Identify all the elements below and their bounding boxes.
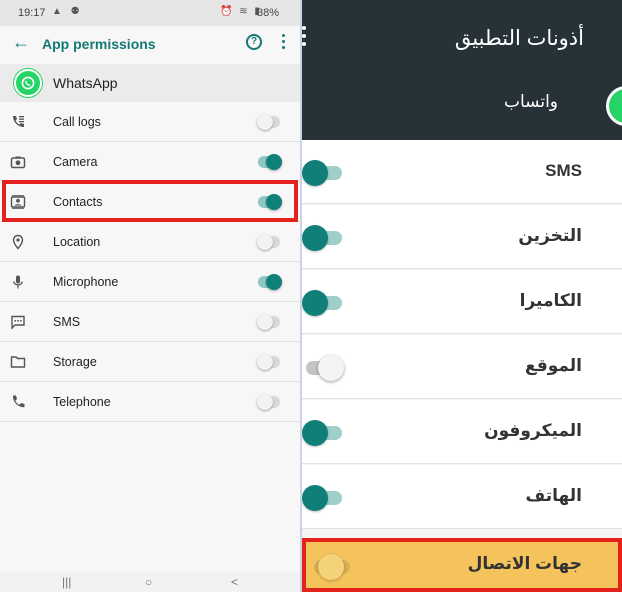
- status-time: 19:17: [18, 7, 46, 19]
- permission-toggle[interactable]: [257, 114, 280, 130]
- permission-toggle[interactable]: [257, 394, 280, 410]
- sms-icon: [11, 315, 25, 330]
- permission-item-storage[interactable]: Storage: [0, 342, 300, 382]
- permission-toggle[interactable]: [302, 420, 342, 446]
- help-icon[interactable]: ?: [246, 34, 262, 50]
- contacts-icon: [10, 195, 26, 209]
- arabic-header: أذونات التطبيق واتساب: [302, 0, 622, 140]
- permission-item-contacts[interactable]: Contacts: [0, 182, 300, 222]
- page-title: أذونات التطبيق: [454, 27, 584, 50]
- permission-label: الميكروفون: [484, 421, 582, 440]
- navigation-bar: ||| ○ <: [0, 572, 300, 592]
- permission-label: الموقع: [524, 356, 582, 375]
- back-arrow-icon[interactable]: ←: [12, 32, 30, 53]
- permission-toggle[interactable]: [314, 554, 350, 580]
- permission-label: الهاتف: [525, 486, 582, 505]
- app-header-row: WhatsApp: [0, 64, 300, 102]
- permission-item-telephone[interactable]: Telephone: [0, 382, 300, 422]
- permission-label: Telephone: [53, 395, 111, 409]
- permission-label: SMS: [53, 315, 81, 329]
- permission-item-storage[interactable]: التخزين: [302, 205, 622, 269]
- permission-toggle[interactable]: [302, 160, 342, 186]
- notification-icons: ▲ ⚉: [52, 6, 83, 17]
- permission-toggle[interactable]: [302, 225, 342, 251]
- permission-item-location[interactable]: الموقع: [302, 335, 622, 399]
- folder-icon: [10, 356, 26, 368]
- permission-toggle[interactable]: [257, 234, 280, 250]
- home-button[interactable]: ○: [145, 575, 152, 589]
- signal-icons: ⏰ ≋ ▮: [220, 6, 262, 17]
- recents-button[interactable]: |||: [62, 575, 71, 589]
- permission-item-sms[interactable]: SMS: [0, 302, 300, 342]
- permission-item-call-logs[interactable]: Call logs: [0, 102, 300, 142]
- permission-label: التخزين: [518, 226, 582, 245]
- permission-item-contacts-highlighted[interactable]: جهات الاتصال: [302, 538, 622, 592]
- phone-icon: [12, 395, 25, 408]
- app-name: واتساب: [503, 92, 558, 111]
- back-button[interactable]: <: [231, 575, 238, 589]
- right-phone-screen: أذونات التطبيق واتساب SMS التخزين الكامي…: [302, 0, 622, 592]
- whatsapp-logo-icon: [606, 86, 622, 126]
- permission-label: الكاميرا: [519, 291, 582, 310]
- permission-toggle[interactable]: [306, 355, 344, 381]
- permission-item-phone[interactable]: الهاتف: [302, 465, 622, 529]
- app-bar: ← App permissions ?: [0, 26, 300, 62]
- permission-item-microphone[interactable]: الميكروفون: [302, 400, 622, 464]
- battery-level: 38%: [257, 7, 280, 19]
- permission-item-camera[interactable]: الكاميرا: [302, 270, 622, 334]
- permission-item-sms[interactable]: SMS: [302, 140, 622, 204]
- more-options-icon[interactable]: [280, 34, 286, 52]
- permission-toggle[interactable]: [302, 290, 342, 316]
- permission-toggle[interactable]: [258, 274, 282, 290]
- permission-label: جهات الاتصال: [467, 554, 582, 573]
- app-name: WhatsApp: [53, 75, 118, 91]
- permission-label: Call logs: [53, 115, 101, 129]
- location-icon: [12, 234, 24, 250]
- permission-toggle[interactable]: [302, 485, 342, 511]
- more-options-icon[interactable]: [302, 26, 308, 50]
- permission-label: Camera: [53, 155, 98, 169]
- permission-toggle[interactable]: [258, 154, 282, 170]
- permission-label: Location: [53, 235, 101, 249]
- page-title: App permissions: [42, 36, 156, 52]
- microphone-icon: [13, 275, 23, 289]
- permission-toggle[interactable]: [257, 354, 280, 370]
- permission-label: Storage: [53, 355, 97, 369]
- permission-toggle[interactable]: [257, 314, 280, 330]
- permission-item-location[interactable]: Location: [0, 222, 300, 262]
- status-bar: 19:17 ▲ ⚉ ⏰ ≋ ▮ 38%: [0, 0, 300, 26]
- permission-item-microphone[interactable]: Microphone: [0, 262, 300, 302]
- permission-item-camera[interactable]: Camera: [0, 142, 300, 182]
- whatsapp-logo-icon: [14, 69, 42, 97]
- permission-toggle[interactable]: [258, 194, 282, 210]
- left-phone-screen: 19:17 ▲ ⚉ ⏰ ≋ ▮ 38% ← App permissions ? …: [0, 0, 302, 592]
- camera-icon: [10, 156, 26, 169]
- permission-list: Call logs Camera Contacts Location Micro…: [0, 102, 300, 422]
- permission-label: SMS: [545, 161, 582, 180]
- call-log-icon: [13, 116, 24, 127]
- permission-label: Contacts: [53, 195, 103, 209]
- permission-label: Microphone: [53, 275, 119, 289]
